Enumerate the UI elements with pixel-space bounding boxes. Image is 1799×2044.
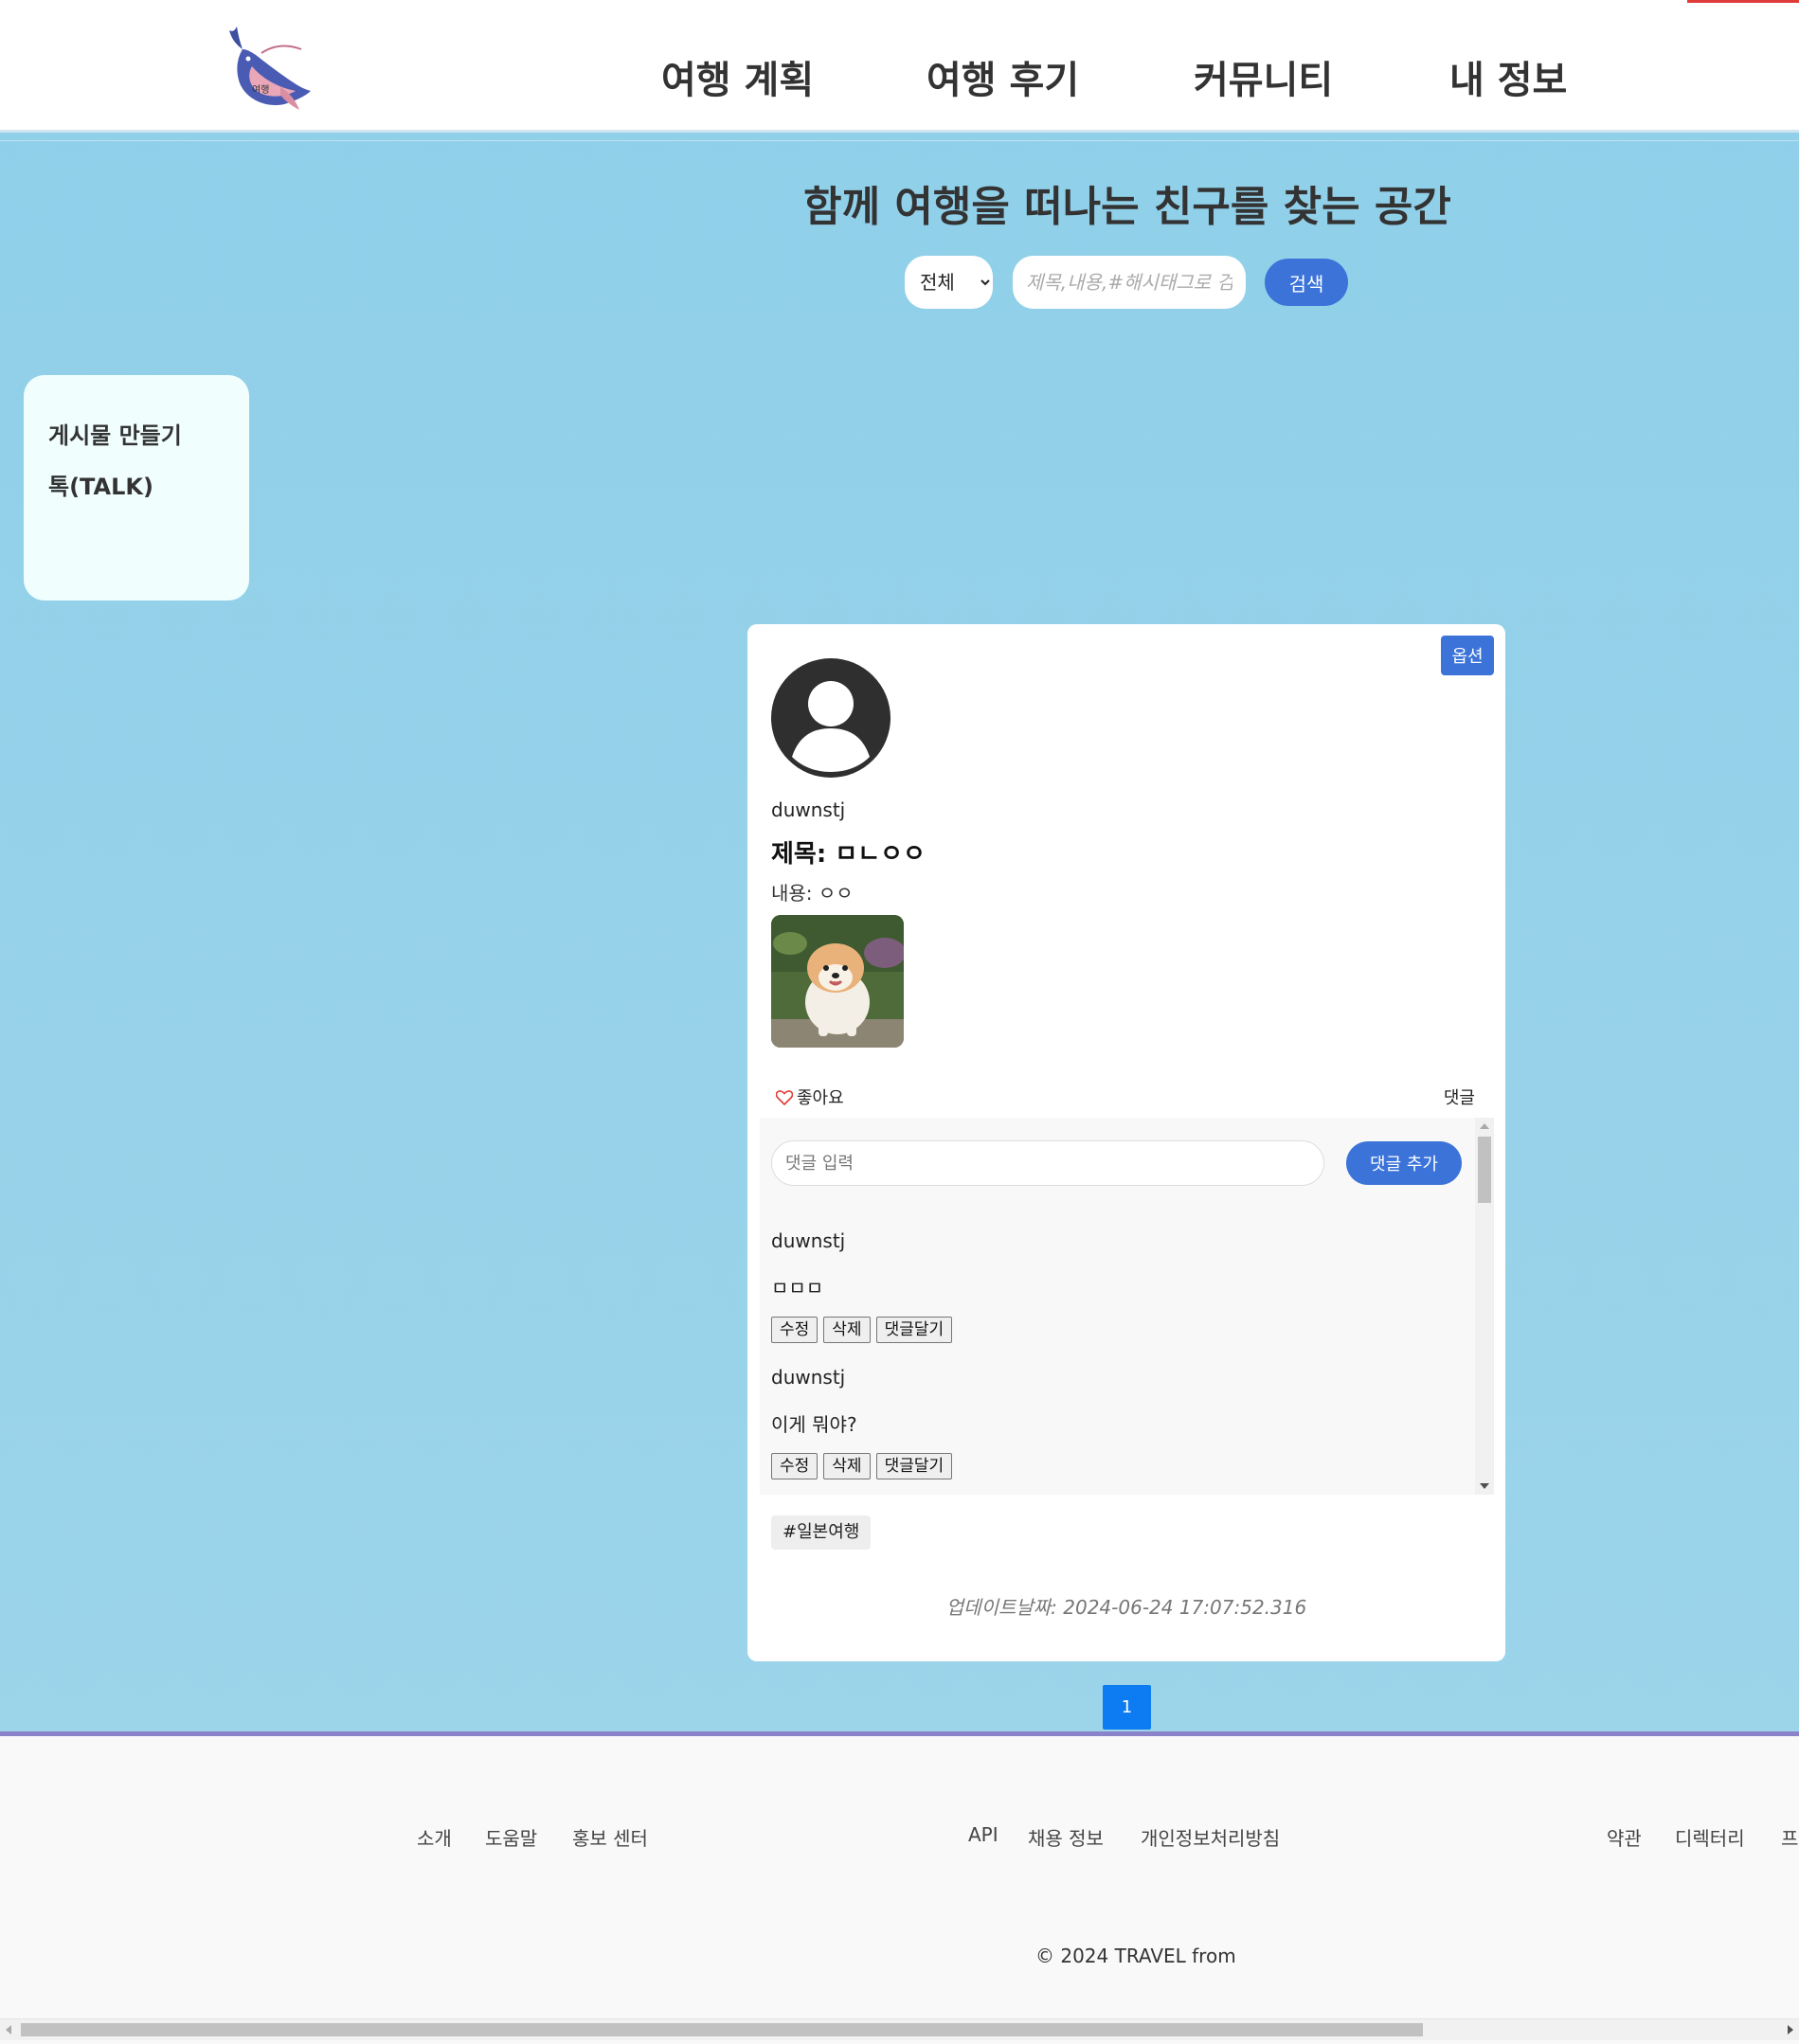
like-button[interactable]: 좋아요 [775,1085,844,1109]
comment-scrollbar[interactable] [1475,1118,1494,1495]
search-input[interactable] [1013,256,1246,309]
site-footer: 소개 도움말 홍보 센터 API 채용 정보 개인정보처리방침 약관 디렉터리 … [0,1731,1799,2044]
footer-link-api[interactable]: API [968,1823,998,1846]
comment-actions: 수정 삭제 댓글달기 [771,1317,958,1343]
post-author: duwnstj [771,798,846,821]
svg-text:여행: 여행 [252,84,269,96]
comment-section: 댓글 추가 duwnstj ㅁㅁㅁ 수정삭제댓글달기 duwnstj 이게 뭐야… [760,1118,1494,1495]
post-content: 내용: ㅇㅇ [771,882,854,905]
nav-travel-review[interactable]: 여행 후기 [926,49,1079,104]
site-header: 여행 여행 계획 여행 후기 커뮤니티 내 정보 [0,0,1799,133]
comment-toggle[interactable]: 댓글 [1444,1085,1475,1109]
comment-author: duwnstj [771,1366,846,1389]
post-updated-date: 업데이트날짜: 2024-06-24 17:07:52.316 [945,1596,1307,1619]
page-title: 함께 여행을 떠나는 친구를 찾는 공간 [803,183,1451,231]
footer-link-careers[interactable]: 채용 정보 [1028,1823,1104,1851]
nav-community[interactable]: 커뮤니티 [1194,49,1333,104]
like-label: 좋아요 [797,1088,844,1108]
user-avatar-icon [771,658,891,778]
heart-icon [775,1090,794,1106]
sidebar: 게시물 만들기 톡(TALK) [24,375,249,601]
nav-travel-plan[interactable]: 여행 계획 [661,49,814,104]
scroll-right-arrow-icon[interactable] [1788,2025,1793,2035]
footer-link-terms[interactable]: 약관 [1607,1823,1642,1851]
comment-input[interactable] [771,1140,1324,1186]
footer-link-privacy[interactable]: 개인정보처리방침 [1141,1823,1280,1851]
nav-my-info[interactable]: 내 정보 [1449,49,1567,104]
horizontal-scrollbar[interactable] [0,2018,1799,2040]
footer-link-about[interactable]: 소개 [417,1823,452,1851]
sidebar-item-talk[interactable]: 톡(TALK) [48,468,153,501]
comment-text: 이게 뭐야? [771,1413,857,1436]
horizontal-scroll-thumb[interactable] [21,2023,1423,2036]
comment-reply-button[interactable]: 댓글달기 [875,1453,953,1479]
comment-edit-button[interactable]: 수정 [771,1317,819,1343]
search-button[interactable]: 검색 [1265,259,1348,306]
comment-scroll-thumb[interactable] [1478,1137,1491,1203]
comment-delete-button[interactable]: 삭제 [823,1317,871,1343]
comment-text: ㅁㅁㅁ [771,1277,824,1300]
footer-link-help[interactable]: 도움말 [485,1823,537,1851]
top-accent-bar [1687,0,1799,3]
header-divider [0,140,1799,141]
footer-link-directory[interactable]: 디렉터리 [1675,1823,1745,1851]
sidebar-item-create-post[interactable]: 게시물 만들기 [48,417,182,450]
hashtag-badge[interactable]: #일본여행 [771,1515,872,1550]
whale-logo-icon[interactable]: 여행 [224,21,315,114]
post-card: 옵션 duwnstj 제목: ㅁㄴㅇㅇ 내용: ㅇㅇ 좋아요 댓글 댓글 입력 … [747,624,1505,1661]
footer-link-truncated[interactable]: 프 [1781,1823,1798,1851]
search-filter-select[interactable]: 전체 [905,256,993,309]
add-comment-button[interactable]: 댓글 추가 [1346,1141,1462,1185]
comment-reply-button[interactable]: 댓글달기 [875,1317,953,1343]
scroll-down-arrow-icon[interactable] [1480,1483,1489,1489]
scroll-up-arrow-icon[interactable] [1480,1123,1489,1129]
post-image-pomeranian[interactable] [771,915,904,1048]
comment-edit-button[interactable]: 수정 [771,1453,819,1479]
comment-actions: 수정 삭제 댓글달기 [771,1453,958,1479]
scroll-left-arrow-icon[interactable] [6,2025,11,2035]
comment-delete-button[interactable]: 삭제 [823,1453,871,1479]
footer-link-press[interactable]: 홍보 센터 [572,1823,648,1851]
post-option-button[interactable]: 옵션 [1441,636,1494,675]
copyright-text: © 2024 TRAVEL from [1035,1945,1236,1967]
post-title: 제목: ㅁㄴㅇㅇ [771,840,926,869]
pagination-page-button[interactable]: 1 [1103,1685,1151,1730]
comment-author: duwnstj [771,1229,846,1252]
